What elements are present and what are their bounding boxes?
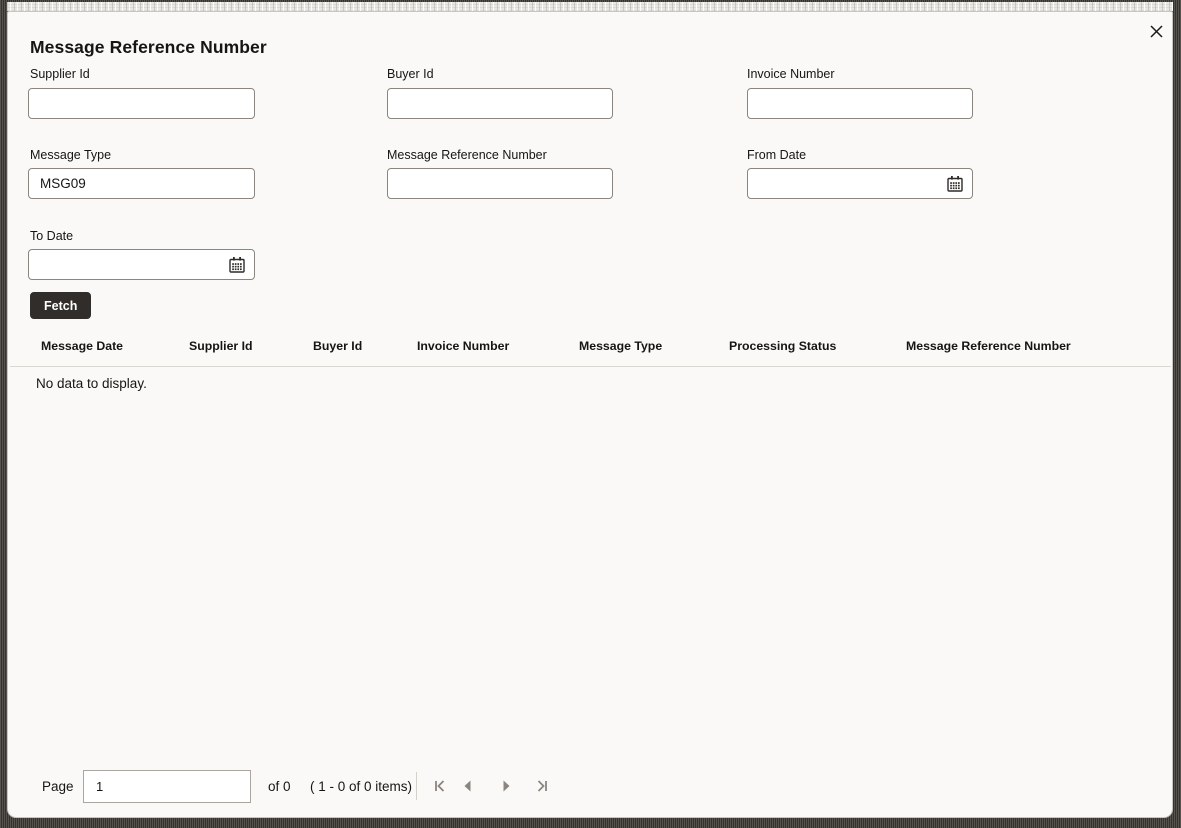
message-reference-number-label: Message Reference Number [387,148,547,162]
message-type-label: Message Type [30,148,112,162]
column-header-invoice-number: Invoice Number [417,339,510,353]
from-date-label: From Date [747,148,807,162]
next-page-icon [496,776,516,796]
next-page-button[interactable] [494,774,518,798]
previous-page-button[interactable] [456,774,480,798]
supplier-id-label: Supplier Id [30,67,90,81]
column-header-buyer-id: Buyer Id [313,339,363,353]
calendar-icon [228,256,246,274]
previous-page-icon [458,776,478,796]
close-icon [1148,23,1165,40]
invoice-number-input[interactable] [747,88,973,119]
column-header-supplier-id: Supplier Id [189,339,253,353]
page-title: Message Reference Number [30,37,267,57]
buyer-id-input[interactable] [387,88,613,119]
table-header-divider [10,366,1171,367]
to-date-field [28,249,255,280]
message-reference-number-dialog [7,11,1173,818]
last-page-button[interactable] [530,774,554,798]
page-backdrop: Message Reference Number Supplier Id Buy… [0,0,1181,828]
invoice-number-label: Invoice Number [747,67,835,81]
column-header-message-date: Message Date [41,339,124,353]
page-label: Page [42,779,74,794]
to-date-input[interactable] [28,249,255,280]
close-button[interactable] [1144,19,1168,43]
items-range-text: ( 1 - 0 of 0 items) [310,779,413,794]
supplier-id-input[interactable] [28,88,255,119]
message-type-input[interactable] [28,168,255,199]
pagination-divider [416,772,417,800]
to-date-calendar-button[interactable] [227,255,247,275]
last-page-icon [532,776,552,796]
column-header-message-type: Message Type [579,339,663,353]
calendar-icon [946,175,964,193]
from-date-calendar-button[interactable] [945,174,965,194]
first-page-button[interactable] [428,774,452,798]
column-header-processing-status: Processing Status [729,339,837,353]
column-header-message-reference-number: Message Reference Number [906,339,1071,353]
table-empty-message: No data to display. [36,376,147,391]
from-date-input[interactable] [747,168,973,199]
message-reference-number-input[interactable] [387,168,613,199]
fetch-button[interactable]: Fetch [30,292,92,319]
to-date-label: To Date [30,229,74,243]
page-count-text: of 0 [268,779,291,794]
from-date-field [747,168,973,199]
backdrop-top-band [7,2,1173,11]
first-page-icon [430,776,450,796]
page-number-input[interactable] [83,770,251,803]
buyer-id-label: Buyer Id [387,67,434,81]
